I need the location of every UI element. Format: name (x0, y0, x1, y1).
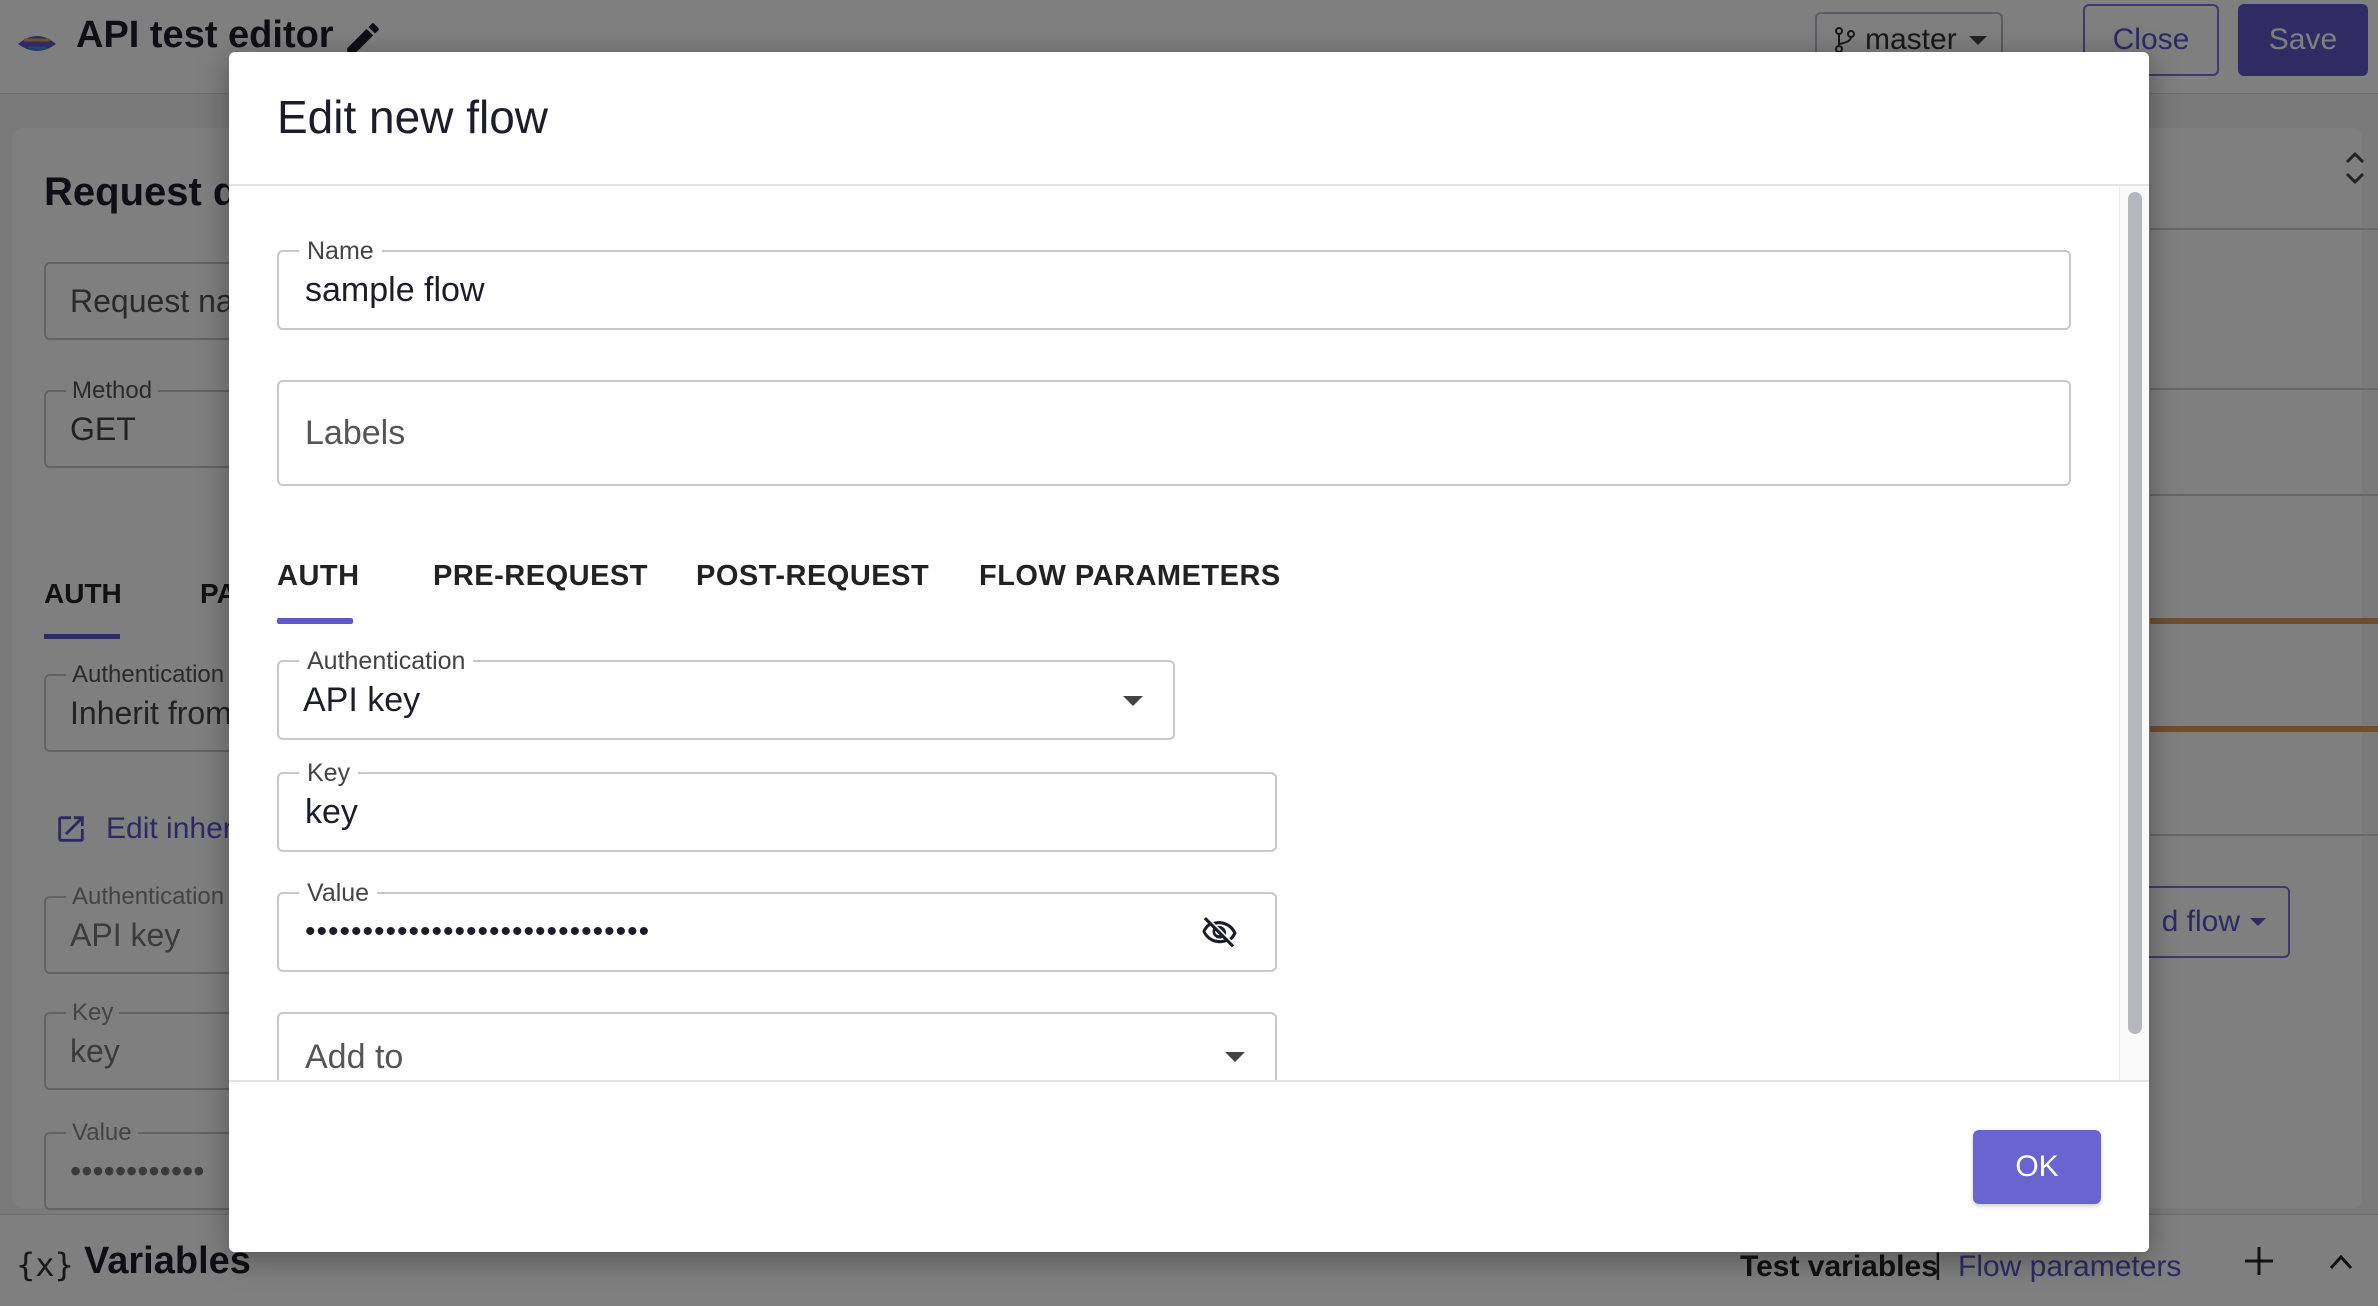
labels-input[interactable]: Labels (277, 380, 2071, 486)
value-label: Value (299, 879, 378, 908)
eye-off-icon[interactable] (1199, 914, 1239, 952)
name-value: sample flow (305, 270, 485, 309)
edit-flow-dialog: Edit new flow Name sample flow Labels AU… (229, 52, 2149, 1252)
tab-post-request[interactable]: POST-REQUEST (696, 560, 929, 593)
key-label: Key (299, 759, 359, 788)
labels-placeholder: Labels (305, 413, 406, 452)
add-to-placeholder: Add to (305, 1037, 404, 1076)
ok-button[interactable]: OK (1973, 1130, 2101, 1204)
dialog-title: Edit new flow (277, 91, 549, 143)
value-password-input[interactable]: Value •••••••••••••••••••••••••••••• (277, 879, 1277, 972)
tab-active-indicator (277, 618, 353, 624)
tab-flow-parameters[interactable]: FLOW PARAMETERS (979, 560, 1281, 593)
chevron-down-icon (1123, 696, 1143, 706)
name-input[interactable]: Name sample flow (277, 237, 2071, 330)
dialog-footer (229, 1080, 2149, 1252)
key-value: key (305, 792, 358, 831)
tab-pre-request[interactable]: PRE-REQUEST (433, 560, 648, 593)
chevron-down-icon (1225, 1052, 1245, 1062)
authentication-select[interactable]: Authentication API key (277, 647, 1175, 740)
authentication-value: API key (303, 680, 421, 719)
name-label: Name (299, 237, 382, 266)
dialog-scrollbar-thumb[interactable] (2128, 192, 2142, 1034)
value-masked-text: •••••••••••••••••••••••••••••• (305, 915, 651, 948)
dialog-header-divider (229, 184, 2149, 186)
key-input[interactable]: Key key (277, 759, 1277, 852)
authentication-label: Authentication (299, 647, 474, 676)
tab-auth[interactable]: AUTH (277, 560, 360, 593)
